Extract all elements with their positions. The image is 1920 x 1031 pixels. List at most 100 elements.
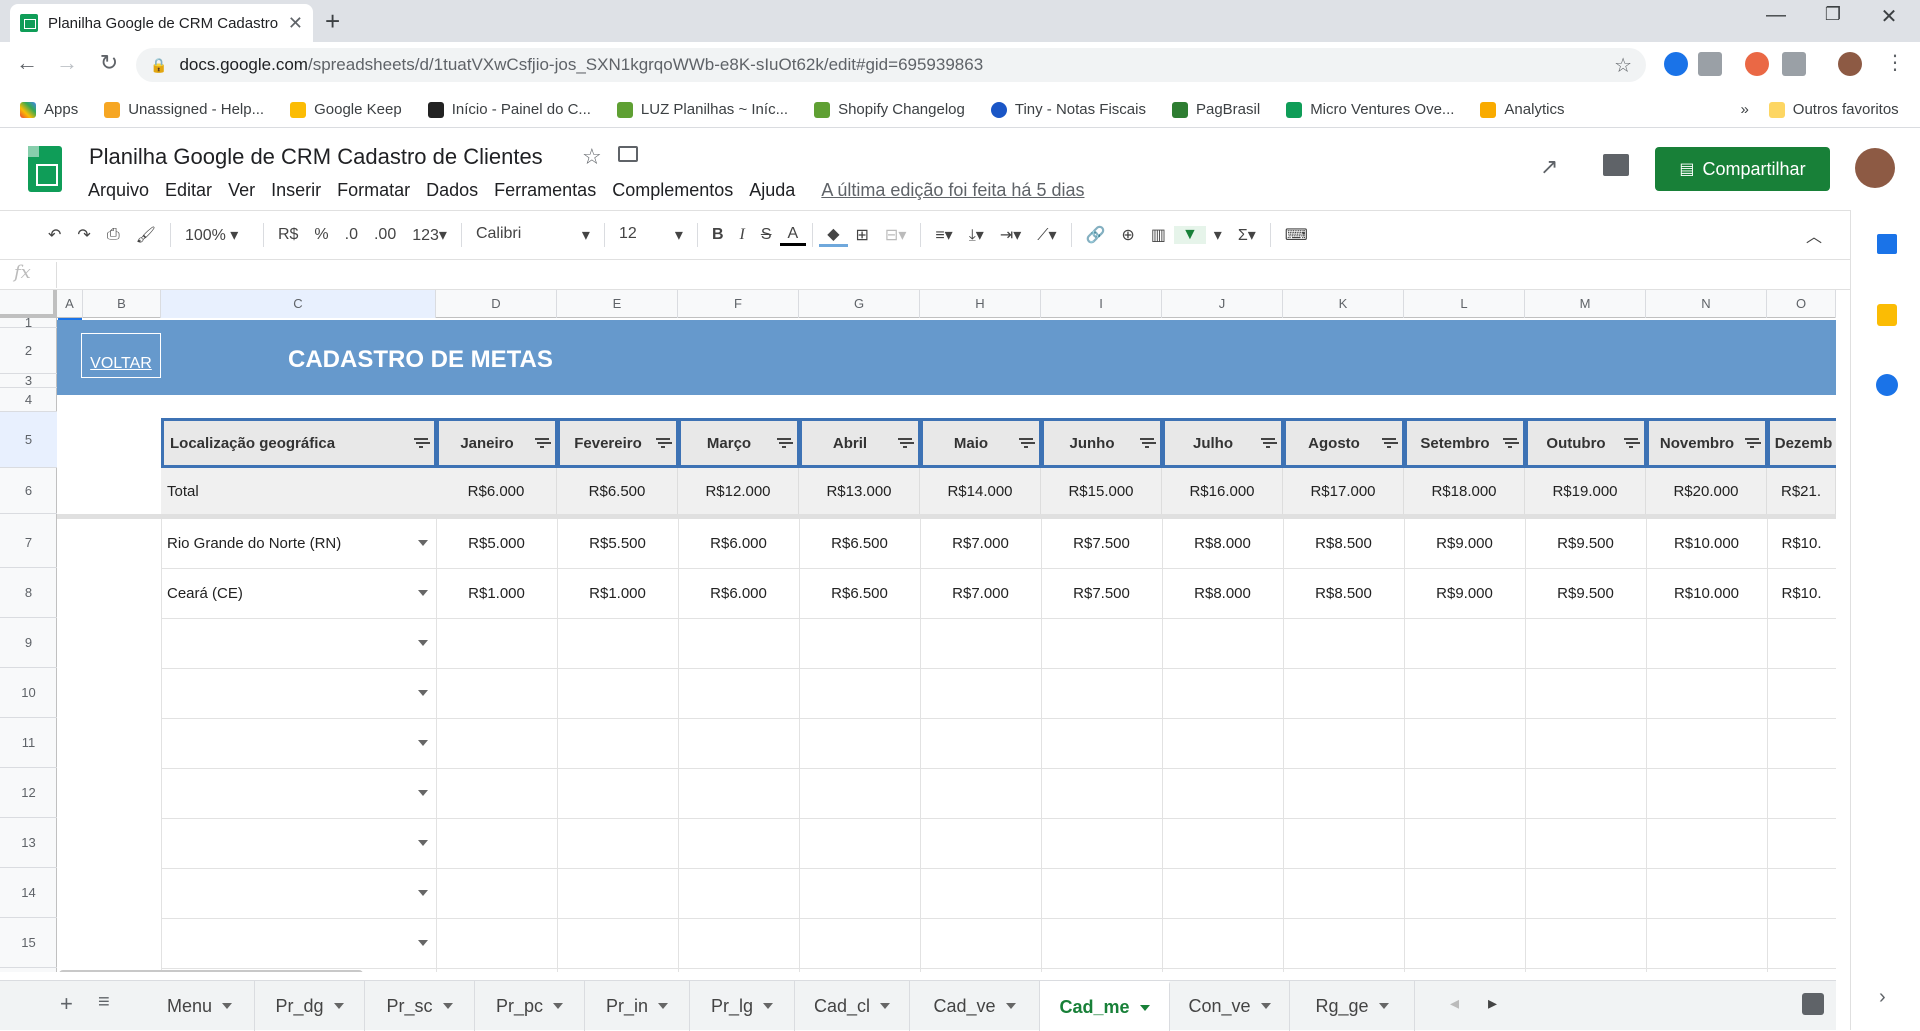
print-icon[interactable]: ⎙ bbox=[99, 226, 128, 244]
filter-icon[interactable] bbox=[1140, 438, 1154, 448]
filter-views-icon[interactable]: ▾ bbox=[1206, 225, 1230, 245]
browser-tab[interactable]: Planilha Google de CRM Cadastro de Clien… bbox=[10, 4, 313, 42]
row-header-3[interactable]: 3 bbox=[0, 373, 57, 388]
star-icon[interactable]: ☆ bbox=[582, 144, 602, 170]
sheet-tab-cad_ve[interactable]: Cad_ve bbox=[910, 981, 1040, 1031]
input-tools-icon[interactable]: ⌨ bbox=[1277, 225, 1316, 245]
filter-icon[interactable] bbox=[535, 438, 549, 448]
close-tab-icon[interactable]: ✕ bbox=[288, 13, 303, 34]
column-header-o[interactable]: O bbox=[1767, 290, 1836, 318]
sheet-tab-pr_in[interactable]: Pr_in bbox=[585, 981, 690, 1031]
column-header-h[interactable]: H bbox=[920, 290, 1041, 318]
column-header-g[interactable]: G bbox=[799, 290, 920, 318]
formula-bar[interactable] bbox=[0, 260, 1850, 290]
bookmark-luz[interactable]: LUZ Planilhas ~ Iníc... bbox=[616, 101, 788, 118]
tab-menu-caret-icon[interactable] bbox=[553, 1003, 564, 1009]
last-edit-link[interactable]: A última edição foi feita há 5 dias bbox=[813, 178, 1092, 203]
bookmark-other[interactable]: Outros favoritos bbox=[1768, 101, 1899, 118]
menu-formatar[interactable]: Formatar bbox=[329, 178, 418, 203]
row-header-9[interactable]: 9 bbox=[0, 618, 57, 668]
row-header-10[interactable]: 10 bbox=[0, 668, 57, 718]
tab-menu-caret-icon[interactable] bbox=[763, 1003, 774, 1009]
italic-icon[interactable]: I bbox=[732, 226, 753, 244]
menu-complementos[interactable]: Complementos bbox=[604, 178, 741, 203]
sheets-logo[interactable] bbox=[28, 146, 62, 192]
dropdown-arrow-icon[interactable] bbox=[418, 790, 428, 796]
text-wrap-icon[interactable]: ⇥▾ bbox=[992, 225, 1029, 245]
bold-icon[interactable]: B bbox=[704, 226, 732, 244]
header-junho[interactable]: Junho bbox=[1041, 418, 1163, 468]
dropdown-arrow-icon[interactable] bbox=[418, 890, 428, 896]
filter-icon[interactable] bbox=[898, 438, 912, 448]
font-select[interactable]: Calibri ▾ bbox=[468, 225, 598, 245]
font-size-select[interactable]: 12 ▾ bbox=[611, 225, 691, 245]
activity-trend-icon[interactable]: ↗ bbox=[1540, 154, 1558, 180]
all-sheets-icon[interactable]: ≡ bbox=[98, 991, 110, 1014]
zoom-select[interactable]: 100% ▾ bbox=[177, 225, 257, 245]
bookmark-tiny[interactable]: Tiny - Notas Fiscais bbox=[990, 101, 1146, 118]
dropdown-arrow-icon[interactable] bbox=[418, 940, 428, 946]
functions-icon[interactable]: Σ▾ bbox=[1230, 225, 1264, 245]
menu-editar[interactable]: Editar bbox=[157, 178, 220, 203]
user-avatar[interactable] bbox=[1855, 148, 1895, 188]
row-header-11[interactable]: 11 bbox=[0, 718, 57, 768]
row-header-1[interactable]: 1 bbox=[0, 315, 57, 330]
more-formats-select[interactable]: 123▾ bbox=[404, 225, 455, 245]
explore-icon[interactable] bbox=[1802, 993, 1824, 1015]
row-header-2[interactable]: 2 bbox=[0, 328, 57, 374]
select-all-corner[interactable] bbox=[0, 290, 57, 318]
sheet-tab-menu[interactable]: Menu bbox=[145, 981, 255, 1031]
restore-icon[interactable]: ❐ bbox=[1810, 4, 1856, 25]
tab-menu-caret-icon[interactable] bbox=[1378, 1003, 1389, 1009]
merge-cells-icon[interactable]: ⊟▾ bbox=[877, 225, 914, 245]
currency-format-button[interactable]: R$ bbox=[270, 226, 306, 244]
extension-notes-icon[interactable] bbox=[1698, 52, 1722, 76]
tab-menu-caret-icon[interactable] bbox=[880, 1003, 891, 1009]
add-sheet-icon[interactable]: + bbox=[60, 991, 73, 1017]
column-header-a[interactable]: A bbox=[57, 290, 83, 318]
bookmark-pagbrasil[interactable]: PagBrasil bbox=[1171, 101, 1260, 118]
column-header-m[interactable]: M bbox=[1525, 290, 1646, 318]
column-header-j[interactable]: J bbox=[1162, 290, 1283, 318]
row-header-5[interactable]: 5 bbox=[0, 412, 57, 468]
sheet-tab-cad_cl[interactable]: Cad_cl bbox=[795, 981, 910, 1031]
extension-copy-icon[interactable] bbox=[1782, 52, 1806, 76]
sheet-tab-rg_ge[interactable]: Rg_ge bbox=[1290, 981, 1415, 1031]
location-dropdown-cell[interactable] bbox=[161, 718, 437, 768]
bookmark-painel[interactable]: Início - Painel do C... bbox=[427, 101, 591, 118]
tab-menu-caret-icon[interactable] bbox=[333, 1003, 344, 1009]
expand-panel-icon[interactable]: › bbox=[1879, 986, 1886, 1009]
row-header-15[interactable]: 15 bbox=[0, 918, 57, 968]
keep-side-icon[interactable] bbox=[1877, 304, 1897, 326]
forward-icon[interactable]: → bbox=[52, 50, 82, 76]
filter-icon[interactable]: ▼ bbox=[1173, 226, 1206, 244]
header-abril[interactable]: Abril bbox=[799, 418, 921, 468]
filter-icon[interactable] bbox=[777, 438, 791, 448]
sheet-tab-pr_dg[interactable]: Pr_dg bbox=[255, 981, 365, 1031]
row-header-14[interactable]: 14 bbox=[0, 868, 57, 918]
header-setembro[interactable]: Setembro bbox=[1404, 418, 1526, 468]
header-maio[interactable]: Maio bbox=[920, 418, 1042, 468]
new-tab-icon[interactable]: + bbox=[325, 6, 340, 37]
move-folder-icon[interactable] bbox=[618, 146, 638, 162]
header-janeiro[interactable]: Janeiro bbox=[436, 418, 558, 468]
document-title[interactable]: Planilha Google de CRM Cadastro de Clien… bbox=[89, 144, 543, 170]
menu-dados[interactable]: Dados bbox=[418, 178, 486, 203]
chrome-menu-icon[interactable]: ⋮ bbox=[1880, 50, 1910, 75]
bookmark-star-icon[interactable]: ☆ bbox=[1614, 53, 1632, 78]
column-header-k[interactable]: K bbox=[1283, 290, 1404, 318]
borders-icon[interactable]: ⊞ bbox=[848, 225, 877, 245]
filter-icon[interactable] bbox=[1503, 438, 1517, 448]
column-header-b[interactable]: B bbox=[83, 290, 161, 318]
filter-icon[interactable] bbox=[1382, 438, 1396, 448]
menu-inserir[interactable]: Inserir bbox=[263, 178, 329, 203]
filter-icon[interactable] bbox=[1019, 438, 1033, 448]
header-agosto[interactable]: Agosto bbox=[1283, 418, 1405, 468]
row-header-7[interactable]: 7 bbox=[0, 518, 57, 568]
window-close-icon[interactable]: ✕ bbox=[1866, 4, 1912, 29]
column-header-f[interactable]: F bbox=[678, 290, 799, 318]
insert-chart-icon[interactable]: ▥ bbox=[1143, 225, 1174, 245]
column-header-d[interactable]: D bbox=[436, 290, 557, 318]
dropdown-arrow-icon[interactable] bbox=[418, 640, 428, 646]
address-bar[interactable]: 🔒 docs.google.com/spreadsheets/d/1tuatVX… bbox=[136, 48, 1646, 82]
